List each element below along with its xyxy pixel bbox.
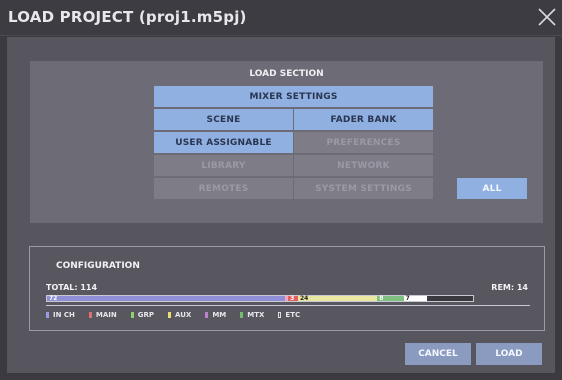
title-bar: LOAD PROJECT (proj1.m5pj) [0,0,562,36]
legend-label: IN CH [53,311,75,319]
bar-segment-label: 8 [379,295,384,302]
legend-label: MM [212,311,227,319]
total-label: TOTAL: 114 [46,283,98,292]
legend-item: MAIN [88,311,117,319]
load-button[interactable]: LOAD [476,343,542,365]
legend-label: MTX [247,311,265,319]
mixer-settings-button[interactable]: MIXER SETTINGS [154,86,433,107]
configuration-panel: CONFIGURATION TOTAL: 114 REM: 14 72 3 24 8 7… [29,246,545,331]
preferences-button[interactable]: PREFERENCES [294,132,433,153]
legend-label: AUX [175,311,192,319]
legend-swatch [46,312,49,318]
legend-item: IN CH [46,311,75,319]
bar-segment-label: 3 [290,295,295,302]
legend-label: ETC [285,311,301,319]
legend-item: ETC [278,311,300,319]
bar-segment-label: 72 [49,295,58,302]
legend-item: AUX [168,311,191,319]
legend-label: MAIN [95,311,117,319]
bar-segment: 24 [297,295,378,302]
legend-item: GRP [130,311,155,319]
dialog-panel: LOAD SECTION MIXER SETTINGS SCENE FADER … [7,37,555,373]
bar-segment: 7 [403,295,427,302]
legend-swatch [205,312,209,318]
library-button[interactable]: LIBRARY [154,155,293,176]
legend-item: MM [205,311,226,319]
window-title: LOAD PROJECT (proj1.m5pj) [8,8,247,26]
bar-segment: 72 [47,295,285,302]
channel-allocation-bar: 72 3 24 8 7 [46,295,474,302]
channel-legend: IN CH MAIN GRP AUX MM MTX ETC [46,311,300,319]
legend-swatch [168,312,172,318]
network-button[interactable]: NETWORK [294,155,433,176]
bar-segment: 3 [288,295,298,302]
remotes-button[interactable]: REMOTES [154,178,293,199]
bar-segment-label: 24 [299,295,309,302]
fader-bank-button[interactable]: FADER BANK [294,109,433,130]
legend-item: MTX [240,311,264,319]
load-section: LOAD SECTION MIXER SETTINGS SCENE FADER … [30,61,543,223]
bar-segment [426,296,473,301]
legend-swatch [240,312,244,318]
legend-swatch [88,312,92,318]
cancel-button[interactable]: CANCEL [405,343,471,365]
configuration-title: CONFIGURATION [56,261,140,271]
load-section-title: LOAD SECTION [249,69,324,79]
system-settings-button[interactable]: SYSTEM SETTINGS [294,178,433,199]
remaining-label: REM: 14 [491,283,528,292]
bar-segment-label: 7 [405,295,410,302]
legend-swatch [130,312,134,318]
close-icon[interactable] [536,6,558,28]
user-assignable-button[interactable]: USER ASSIGNABLE [154,132,293,153]
legend-label: GRP [137,311,155,319]
divider-line [46,305,530,306]
legend-swatch [278,312,282,318]
scene-button[interactable]: SCENE [154,109,293,130]
all-button[interactable]: ALL [457,178,527,199]
bar-segment: 8 [377,295,404,302]
